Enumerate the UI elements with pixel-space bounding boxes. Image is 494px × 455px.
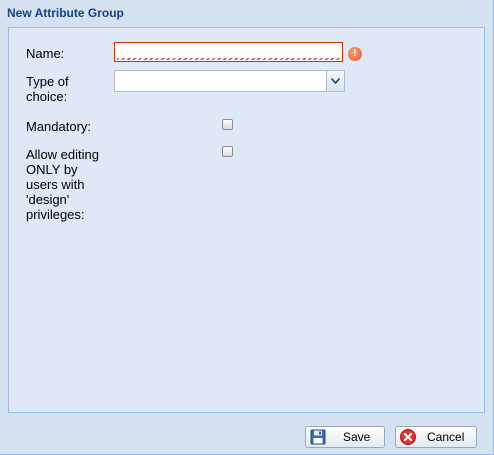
error-exclamation-icon: !	[348, 47, 362, 61]
name-label: Name:	[26, 46, 65, 61]
design-privileges-checkbox[interactable]	[222, 146, 233, 157]
cancel-button[interactable]: Cancel	[395, 426, 477, 448]
combo-dropdown-button[interactable]	[326, 70, 345, 92]
floppy-disk-icon	[310, 429, 326, 445]
save-button[interactable]: Save	[305, 426, 385, 448]
cancel-button-label: Cancel	[427, 430, 465, 444]
red-x-icon	[400, 429, 416, 445]
design-privileges-label: Allow editing ONLY by users with 'design…	[26, 147, 99, 222]
form-panel: Name: ! Type of choice: Mandatory: Allow…	[8, 27, 485, 413]
name-input[interactable]	[114, 42, 343, 62]
mandatory-label: Mandatory:	[26, 119, 92, 134]
dialog-title: New Attribute Group	[7, 6, 124, 20]
save-button-label: Save	[343, 430, 371, 444]
type-of-choice-label: Type of choice:	[26, 74, 69, 104]
type-of-choice-combo[interactable]	[114, 70, 345, 92]
attribute-group-dialog: New Attribute Group Name: ! Type of choi…	[0, 0, 494, 455]
mandatory-checkbox[interactable]	[222, 119, 233, 130]
chevron-down-icon	[331, 78, 340, 84]
